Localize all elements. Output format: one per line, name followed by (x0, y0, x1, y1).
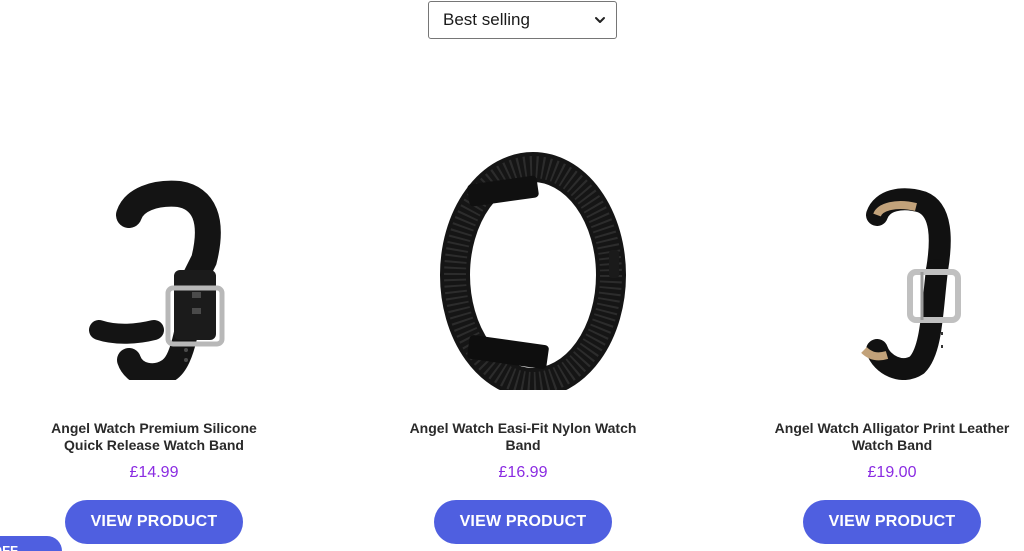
offer-tab[interactable]: OFF (0, 536, 62, 551)
product-price: £19.00 (867, 464, 917, 481)
chevron-down-icon (595, 17, 605, 23)
product-image[interactable] (373, 150, 673, 390)
product-price: £14.99 (129, 464, 179, 481)
product-name[interactable]: Angel Watch Alligator Print Leather Watc… (772, 420, 1012, 454)
product-image[interactable] (4, 150, 304, 390)
product-name[interactable]: Angel Watch Easi-Fit Nylon Watch Band (403, 420, 643, 454)
view-product-button[interactable]: VIEW PRODUCT (65, 500, 243, 544)
product-card: Angel Watch Alligator Print Leather Watc… (742, 150, 1024, 544)
product-card: Angel Watch Premium Silicone Quick Relea… (4, 150, 304, 544)
product-image[interactable] (742, 150, 1024, 390)
sort-select-value: Best selling (443, 10, 530, 29)
product-price: £16.99 (498, 464, 548, 481)
sort-select[interactable]: Best selling (428, 1, 617, 39)
view-product-button[interactable]: VIEW PRODUCT (434, 500, 612, 544)
view-product-button[interactable]: VIEW PRODUCT (803, 500, 981, 544)
product-card: Angel Watch Easi-Fit Nylon Watch Band £1… (373, 150, 673, 544)
product-name[interactable]: Angel Watch Premium Silicone Quick Relea… (34, 420, 274, 454)
